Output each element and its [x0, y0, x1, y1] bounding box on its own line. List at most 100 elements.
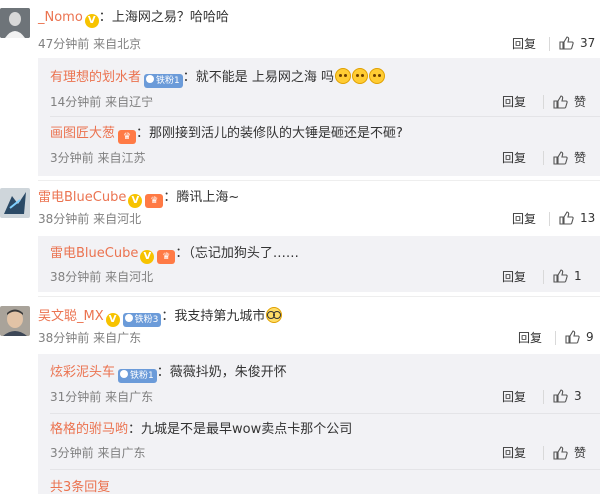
reply-location: 来自河北	[105, 270, 154, 284]
heart-icon	[146, 75, 155, 83]
thumbs-up-icon	[553, 269, 568, 283]
fan-badge: 铁粉1	[118, 369, 157, 383]
reply-button[interactable]: 回复	[512, 211, 536, 227]
like-button[interactable]: 赞	[552, 93, 586, 110]
reply-author[interactable]: 格格的驸马哟	[50, 422, 128, 437]
reply-location: 来自辽宁	[105, 95, 154, 109]
thumbs-up-icon	[553, 150, 568, 165]
comment-author[interactable]: 吴文聪_MX	[38, 309, 104, 324]
like-count: 13	[580, 211, 596, 225]
reply-time: 14分钟前	[50, 95, 102, 109]
divider	[50, 469, 600, 470]
divider	[38, 296, 600, 297]
like-button[interactable]: 9	[564, 329, 594, 345]
avatar[interactable]	[0, 306, 30, 336]
comment-location: 来自广东	[93, 331, 142, 345]
fan-badge: 铁粉3	[122, 313, 162, 327]
like-label: 赞	[574, 151, 587, 165]
thumbs-up-icon	[565, 330, 580, 344]
reply-separator: ：	[136, 126, 150, 141]
reply-button[interactable]: 回复	[502, 445, 526, 461]
reply-text: 九城是不是最早wow卖点卡那个公司	[141, 422, 353, 437]
like-label: 赞	[574, 95, 587, 109]
crown-badge-icon: ♛	[157, 250, 176, 264]
thumbs-up-icon	[559, 36, 574, 50]
reply-location: 来自江苏	[97, 151, 146, 165]
divider	[543, 390, 544, 404]
heart-icon	[124, 314, 133, 322]
reply-list: 炫彩泥头车 铁粉1 ：薇薇抖奶，朱俊开怀 31分钟前 来自广东 回复 3 格格的驸马…	[38, 354, 600, 494]
like-button[interactable]: 1	[552, 268, 582, 284]
divider	[543, 446, 544, 460]
reply-list: 有理想的划水者 铁粉1 ：就不能是 上易网之海 吗 14分钟前 来自辽宁 回复 赞 …	[38, 58, 600, 176]
comment-text: 上海网之易？哈哈哈	[111, 10, 229, 25]
reply-separator: ：	[128, 422, 142, 437]
like-button[interactable]: 赞	[552, 149, 586, 166]
reply-author[interactable]: 雷电BlueCube	[50, 246, 138, 261]
reply-separator: ：	[156, 365, 170, 380]
comment-separator: ：	[161, 309, 175, 324]
reply-button[interactable]: 回复	[518, 330, 542, 346]
divider	[549, 212, 550, 226]
comment-time: 38分钟前	[38, 212, 90, 226]
nerd-emoji-icon	[266, 307, 283, 323]
divider	[549, 37, 550, 51]
reply-button[interactable]: 回复	[512, 36, 536, 52]
reply-button[interactable]: 回复	[502, 389, 526, 405]
verified-badge-icon: V	[140, 250, 155, 264]
reply-location: 来自广东	[105, 390, 154, 404]
reply-author[interactable]: 炫彩泥头车	[50, 365, 115, 380]
verified-badge-icon: V	[105, 313, 120, 327]
divider	[50, 413, 600, 414]
reply-time: 38分钟前	[50, 270, 102, 284]
divider	[38, 180, 600, 181]
reply-text: 薇薇抖奶，朱俊开怀	[169, 365, 287, 380]
like-button[interactable]: 37	[558, 35, 595, 51]
reply-separator: ：	[182, 70, 196, 85]
thumbs-up-icon	[559, 211, 574, 225]
comment-location: 来自北京	[93, 37, 142, 51]
divider	[543, 151, 544, 165]
reply-author[interactable]: 有理想的划水者	[50, 70, 141, 85]
like-button[interactable]: 赞	[552, 444, 586, 461]
avatar[interactable]	[0, 188, 30, 218]
thumbs-up-icon	[553, 389, 568, 403]
avatar[interactable]	[0, 8, 30, 38]
reply-button[interactable]: 回复	[502, 94, 526, 110]
like-count: 3	[574, 389, 582, 403]
grin-emoji-icon	[335, 68, 352, 84]
thumbs-up-icon	[553, 445, 568, 460]
reply-button[interactable]: 回复	[502, 269, 526, 285]
more-replies-link[interactable]: 共3条回复	[50, 476, 110, 494]
like-count: 1	[574, 269, 582, 283]
reply-list: 雷电BlueCube V ♛ ：（忘记加狗头了…… 38分钟前 来自河北 回复 1	[38, 236, 600, 292]
crown-badge-icon: ♛	[145, 194, 164, 208]
like-button[interactable]: 3	[552, 388, 582, 404]
comment-author[interactable]: _Nomo	[38, 10, 83, 25]
reply-button[interactable]: 回复	[502, 150, 526, 166]
reply-time: 31分钟前	[50, 390, 102, 404]
divider	[50, 116, 600, 117]
comment-separator: ：	[163, 190, 177, 205]
divider	[543, 270, 544, 284]
crown-badge-icon: ♛	[118, 130, 137, 144]
reply-author[interactable]: 画图匠大葱	[50, 126, 115, 141]
like-count: 9	[586, 330, 594, 344]
verified-badge-icon: V	[128, 194, 143, 208]
comment-time: 38分钟前	[38, 331, 90, 345]
like-label: 赞	[574, 446, 587, 460]
comment-text: 我支持第九城市	[174, 309, 266, 324]
reply-text: 那刚接到活儿的装修队的大锤是砸还是不砸?	[149, 126, 403, 141]
verified-badge-icon: V	[84, 14, 99, 28]
fan-badge: 铁粉1	[144, 74, 183, 88]
comment-text: 腾讯上海~	[176, 190, 240, 205]
grin-emoji-icon	[352, 68, 369, 84]
comment-author[interactable]: 雷电BlueCube	[38, 190, 126, 205]
like-button[interactable]: 13	[558, 210, 595, 226]
heart-icon	[120, 370, 129, 378]
comment-separator: ：	[98, 10, 112, 25]
reply-separator: ：	[175, 246, 189, 261]
comment-time: 47分钟前	[38, 37, 90, 51]
grin-emoji-icon	[369, 68, 386, 84]
reply-time: 3分钟前	[50, 151, 94, 165]
